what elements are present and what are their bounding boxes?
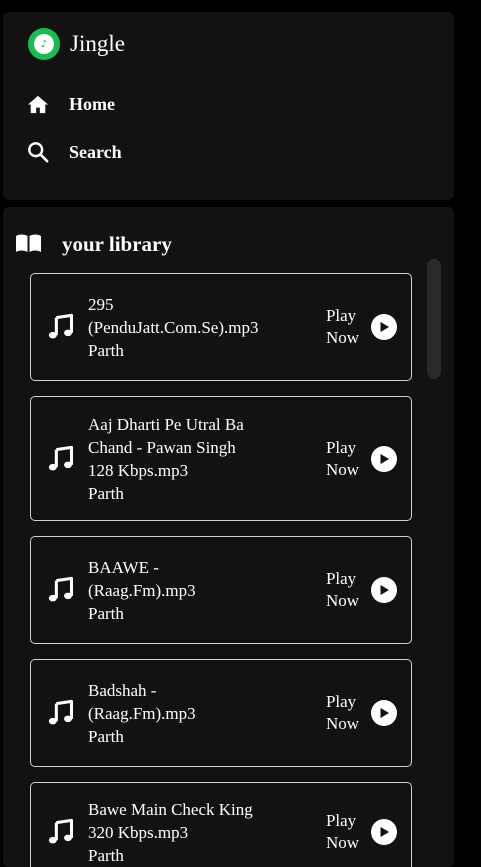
song-info: Badshah - (Raag.Fm).mp3 Parth xyxy=(88,679,344,748)
song-list: 295 (PenduJatt.Com.Se).mp3 Parth Play Now Aaj… xyxy=(30,273,412,867)
music-note-icon xyxy=(45,576,77,604)
play-label-line: Now xyxy=(325,714,359,733)
song-artist: Parth xyxy=(88,726,124,746)
play-now-label[interactable]: Play Now xyxy=(326,305,359,349)
play-label-line: Now xyxy=(325,459,359,479)
song-card[interactable]: BAAWE - (Raag.Fm).mp3 Parth Play Now xyxy=(30,536,412,644)
song-card[interactable]: Bawe Main Check King 320 Kbps.mp3 Parth Pla… xyxy=(30,782,412,867)
nav-item-home[interactable]: Home xyxy=(27,93,115,115)
play-now-label[interactable]: Play Now xyxy=(326,691,359,735)
song-card[interactable]: Aaj Dharti Pe Utral Ba Chand - Pawan Sing… xyxy=(30,396,412,521)
song-artist: Parth xyxy=(88,845,124,865)
play-label-line: Now xyxy=(325,328,359,347)
scrollbar-thumb[interactable] xyxy=(427,259,441,379)
nav-search-label: Search xyxy=(69,141,122,162)
play-icon[interactable] xyxy=(371,314,397,340)
song-title-line: (PenduJatt.Com.Se).mp3 xyxy=(88,317,259,337)
nav-home-label: Home xyxy=(69,93,115,114)
play-label-line: Play xyxy=(325,437,357,457)
play-now-label[interactable]: Play Now xyxy=(326,810,359,854)
library-header[interactable]: your library xyxy=(15,232,172,257)
music-note-icon xyxy=(45,445,77,473)
music-note-icon xyxy=(45,313,77,341)
play-now-control[interactable]: Play Now xyxy=(326,568,397,612)
play-label-line: Play xyxy=(325,692,357,711)
brand-name: Jingle xyxy=(70,31,125,56)
play-icon[interactable] xyxy=(371,445,397,472)
music-note-icon xyxy=(45,699,77,727)
song-title-line: 320 Kbps.mp3 xyxy=(88,822,189,842)
play-icon[interactable] xyxy=(371,577,397,603)
jingle-logo-icon: ♪ xyxy=(28,28,60,60)
music-note-icon xyxy=(45,818,77,846)
song-card[interactable]: Badshah - (Raag.Fm).mp3 Parth Play Now xyxy=(30,659,412,767)
brand[interactable]: ♪ Jingle xyxy=(28,28,125,60)
play-icon[interactable] xyxy=(371,700,397,726)
song-info: BAAWE - (Raag.Fm).mp3 Parth xyxy=(88,556,344,625)
song-title-line: BAAWE - xyxy=(88,557,159,577)
song-artist: Parth xyxy=(88,603,124,623)
play-now-label[interactable]: Play Now xyxy=(326,437,359,481)
song-info: 295 (PenduJatt.Com.Se).mp3 Parth xyxy=(88,293,326,362)
play-now-control[interactable]: Play Now xyxy=(326,305,397,349)
play-now-control[interactable]: Play Now xyxy=(326,691,397,735)
song-title-line: 128 Kbps.mp3 xyxy=(88,460,189,480)
song-info: Aaj Dharti Pe Utral Ba Chand - Pawan Sing… xyxy=(88,413,326,505)
song-title-line: Bawe Main Check King xyxy=(88,799,253,819)
play-now-label[interactable]: Play Now xyxy=(326,568,359,612)
song-artist: Parth xyxy=(88,483,124,503)
nav-panel: ♪ Jingle Home Search xyxy=(3,12,454,200)
play-label-line: Play xyxy=(325,569,357,588)
play-label-line: Now xyxy=(325,833,359,852)
song-artist: Parth xyxy=(88,340,124,360)
song-card[interactable]: 295 (PenduJatt.Com.Se).mp3 Parth Play Now xyxy=(30,273,412,381)
play-now-control[interactable]: Play Now xyxy=(326,437,397,481)
play-label-line: Now xyxy=(325,591,359,610)
play-label-line: Play xyxy=(325,306,357,325)
song-title-line: Badshah - xyxy=(88,680,157,700)
play-label-line: Play xyxy=(325,811,357,830)
song-title-line: 295 xyxy=(88,294,114,314)
song-info: Bawe Main Check King 320 Kbps.mp3 Parth xyxy=(88,798,326,867)
home-icon xyxy=(27,93,49,115)
song-title-line: (Raag.Fm).mp3 xyxy=(88,580,196,600)
search-icon xyxy=(27,141,49,163)
play-icon[interactable] xyxy=(371,819,397,845)
library-book-icon xyxy=(15,233,42,257)
song-title-line: Aaj Dharti Pe Utral Ba xyxy=(88,414,244,434)
song-title-line: Chand - Pawan Singh xyxy=(88,437,236,457)
play-now-control[interactable]: Play Now xyxy=(326,810,397,854)
library-title: your library xyxy=(62,232,172,256)
song-title-line: (Raag.Fm).mp3 xyxy=(88,703,196,723)
library-panel: your library 295 (PenduJatt.Com.Se).mp3 Pa… xyxy=(3,207,454,867)
nav-item-search[interactable]: Search xyxy=(27,141,122,163)
